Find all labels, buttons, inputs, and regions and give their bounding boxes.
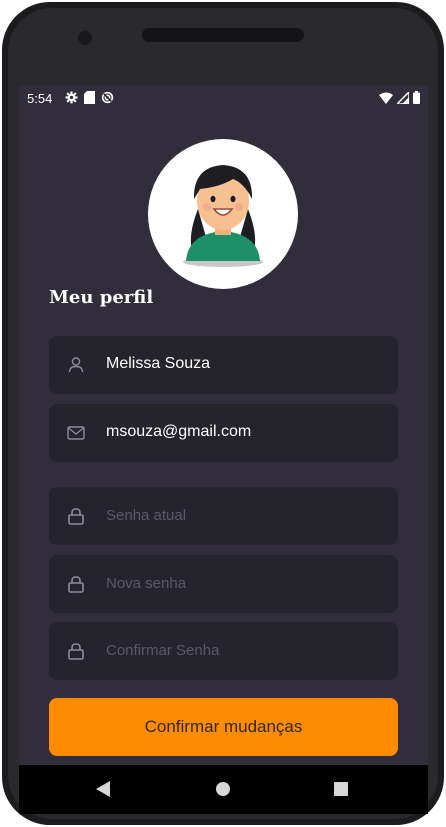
user-icon (68, 357, 84, 373)
lock-icon (68, 508, 84, 525)
android-nav-bar (19, 765, 428, 814)
status-bar: 5:54 (19, 86, 428, 110)
sync-icon (101, 91, 114, 104)
confirm-password-field[interactable]: Confirmar Senha (49, 622, 398, 680)
new-password-field[interactable]: Nova senha (49, 555, 398, 613)
current-password-field[interactable]: Senha atual (49, 487, 398, 545)
home-icon[interactable] (216, 782, 230, 796)
avatar-illustration (183, 165, 263, 267)
confirm-password-placeholder: Confirmar Senha (106, 642, 220, 659)
confirm-changes-button[interactable]: Confirmar mudanças (49, 698, 398, 756)
name-field[interactable]: Melissa Souza (49, 336, 398, 394)
name-value: Melissa Souza (106, 355, 211, 372)
app-screen: 5:54 Meu perfil Melissa Souza msouza@gma… (19, 86, 428, 814)
lock-icon (68, 576, 84, 593)
sd-card-icon (84, 91, 95, 104)
new-password-placeholder: Nova senha (106, 575, 187, 592)
lock-icon (68, 643, 84, 660)
wifi-icon (379, 92, 393, 104)
front-camera (78, 31, 92, 45)
gear-icon (65, 91, 78, 104)
signal-icon (397, 91, 409, 104)
page-title: Meu perfil (49, 287, 154, 308)
back-icon[interactable] (96, 781, 110, 797)
current-password-placeholder: Senha atual (106, 507, 187, 524)
recents-icon[interactable] (334, 782, 348, 796)
mail-icon (67, 426, 85, 440)
battery-icon (413, 91, 420, 104)
email-value: msouza@gmail.com (106, 423, 252, 440)
email-field[interactable]: msouza@gmail.com (49, 404, 398, 462)
status-time: 5:54 (27, 91, 53, 106)
earpiece-speaker (142, 28, 304, 42)
avatar[interactable] (148, 139, 298, 289)
